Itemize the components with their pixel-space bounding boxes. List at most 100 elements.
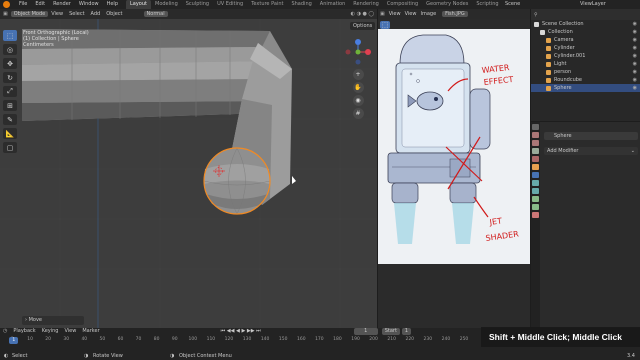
tab-layout[interactable]: Layout xyxy=(126,0,151,9)
vp-menu-object[interactable]: Object xyxy=(103,11,125,17)
rotate-icon[interactable]: ↻ xyxy=(3,72,17,83)
ie-menu-view[interactable]: View xyxy=(387,11,403,17)
outliner-item[interactable]: Cylinder ◉ xyxy=(531,44,640,52)
scene-tab-icon[interactable] xyxy=(532,148,539,154)
start-frame-value[interactable]: 1 xyxy=(401,328,412,335)
mode-dropdown[interactable]: Object Mode xyxy=(10,11,49,17)
menu-edit[interactable]: Edit xyxy=(31,0,49,9)
object-name-field[interactable]: Sphere xyxy=(544,132,638,140)
visibility-eye-icon[interactable]: ◉ xyxy=(633,69,637,75)
cursor-icon[interactable]: ◎ xyxy=(3,44,17,55)
tl-menu-playback[interactable]: Playback xyxy=(10,328,38,335)
modifier-tab-icon[interactable] xyxy=(532,172,539,178)
measure-icon[interactable]: 📐 xyxy=(3,128,17,139)
editor-type-icon[interactable]: ▣ xyxy=(0,11,11,17)
particles-tab-icon[interactable] xyxy=(532,180,539,186)
outliner-item[interactable]: Light ◉ xyxy=(531,60,640,68)
scale-icon[interactable]: ⤢ xyxy=(3,86,17,97)
image-editor[interactable]: ▣ View View Image Fish.JPG ⬚ WATER EFFEC… xyxy=(378,9,530,328)
data-tab-icon[interactable] xyxy=(532,204,539,210)
playback-controls[interactable]: ⏮ ◀◀ ◀ ▶ ▶▶ ⏭ xyxy=(218,328,264,335)
vp-menu-select[interactable]: Select xyxy=(66,11,87,17)
ie-menu-view-2[interactable]: View xyxy=(403,11,419,17)
outliner-item[interactable]: Sphere ◉ xyxy=(531,84,640,92)
outliner-item[interactable]: Cylinder.001 ◉ xyxy=(531,52,640,60)
zoom-icon[interactable]: + xyxy=(352,69,364,80)
timeline-ruler[interactable]: 0102030405060708090100110120130140150160… xyxy=(4,337,474,344)
outliner-header: ⚲ xyxy=(531,9,640,20)
outliner-item[interactable]: Collection ◉ xyxy=(531,28,640,36)
start-frame-label[interactable]: Start xyxy=(381,328,400,335)
scene-selector[interactable]: Scene xyxy=(505,0,520,9)
visibility-eye-icon[interactable]: ◉ xyxy=(633,85,637,91)
vp-menu-view[interactable]: View xyxy=(48,11,66,17)
editor-type-icon[interactable]: ◷ xyxy=(0,328,10,335)
playhead[interactable]: 1 xyxy=(9,337,19,344)
tab-texture-paint[interactable]: Texture Paint xyxy=(247,0,287,9)
outliner-item[interactable]: Scene Collection ◉ xyxy=(531,20,640,28)
material-tab-icon[interactable] xyxy=(532,212,539,218)
menu-help[interactable]: Help xyxy=(103,0,122,9)
output-tab-icon[interactable] xyxy=(532,140,539,146)
select-box-icon[interactable]: ⬚ xyxy=(3,30,17,41)
tool-tab-icon[interactable] xyxy=(532,124,539,130)
visibility-eye-icon[interactable]: ◉ xyxy=(633,21,637,27)
object-tab-icon[interactable] xyxy=(532,164,539,170)
orientation-dropdown[interactable]: Normal xyxy=(143,11,168,17)
view-layer-selector[interactable]: ViewLayer xyxy=(580,0,606,9)
tab-compositing[interactable]: Compositing xyxy=(383,0,422,9)
tl-menu-keying[interactable]: Keying xyxy=(39,328,62,335)
frame-tick: 200 xyxy=(369,337,378,342)
tab-rendering[interactable]: Rendering xyxy=(349,0,383,9)
visibility-eye-icon[interactable]: ◉ xyxy=(633,53,637,59)
image-cursor-icon[interactable]: ⬚ xyxy=(380,21,390,29)
pan-hand-icon[interactable]: ✋ xyxy=(352,82,364,93)
add-modifier-button[interactable]: Add Modifier ⌄ xyxy=(544,147,638,155)
navigation-gizmo[interactable]: + ✋ ◉ # xyxy=(345,39,371,121)
blender-logo-icon[interactable] xyxy=(3,1,10,8)
properties-editor[interactable]: Sphere Add Modifier ⌄ xyxy=(531,122,640,328)
tab-sculpting[interactable]: Sculpting xyxy=(182,0,213,9)
options-button[interactable]: Options xyxy=(350,22,376,30)
menu-window[interactable]: Window xyxy=(75,0,103,9)
ie-menu-image[interactable]: Image xyxy=(418,11,438,17)
3d-viewport[interactable]: ▣ Object Mode View Select Add Object Nor… xyxy=(0,9,377,328)
tab-animation[interactable]: Animation xyxy=(316,0,350,9)
add-cube-icon[interactable]: ▢ xyxy=(3,142,17,153)
filter-icon[interactable]: ⚲ xyxy=(534,12,538,18)
visibility-eye-icon[interactable]: ◉ xyxy=(633,61,637,67)
axis-gizmo-icon[interactable] xyxy=(345,39,371,65)
world-tab-icon[interactable] xyxy=(532,156,539,162)
tab-geometry-nodes[interactable]: Geometry Nodes xyxy=(422,0,472,9)
menu-render[interactable]: Render xyxy=(49,0,75,9)
outliner-item[interactable]: Camera ◉ xyxy=(531,36,640,44)
shading-icons[interactable]: ◐ ◑ ● ◯ xyxy=(348,11,377,17)
visibility-eye-icon[interactable]: ◉ xyxy=(633,37,637,43)
last-operator-panel[interactable]: › Move xyxy=(22,316,84,325)
annotate-icon[interactable]: ✎ xyxy=(3,114,17,125)
render-tab-icon[interactable] xyxy=(532,132,539,138)
visibility-eye-icon[interactable]: ◉ xyxy=(633,45,637,51)
current-frame-field[interactable]: 1 xyxy=(353,328,378,335)
outliner[interactable]: ⚲ Scene Collection ◉ Collection ◉ Camera ◉ Cyl… xyxy=(531,9,640,121)
grid-icon[interactable]: # xyxy=(352,108,364,119)
image-name-field[interactable]: Fish.JPG xyxy=(442,11,468,17)
visibility-eye-icon[interactable]: ◉ xyxy=(633,29,637,35)
editor-type-icon[interactable]: ▣ xyxy=(378,11,387,17)
visibility-eye-icon[interactable]: ◉ xyxy=(633,77,637,83)
tab-scripting[interactable]: Scripting xyxy=(472,0,502,9)
tl-menu-view[interactable]: View xyxy=(61,328,79,335)
tab-shading[interactable]: Shading xyxy=(287,0,315,9)
tab-modeling[interactable]: Modeling xyxy=(151,0,182,9)
camera-icon[interactable]: ◉ xyxy=(352,95,364,106)
tab-uv-editing[interactable]: UV Editing xyxy=(213,0,247,9)
vp-menu-add[interactable]: Add xyxy=(88,11,104,17)
constraints-tab-icon[interactable] xyxy=(532,196,539,202)
outliner-item[interactable]: person ◉ xyxy=(531,68,640,76)
outliner-item[interactable]: Roundcube ◉ xyxy=(531,76,640,84)
move-icon[interactable]: ✥ xyxy=(3,58,17,69)
tl-menu-marker[interactable]: Marker xyxy=(79,328,102,335)
physics-tab-icon[interactable] xyxy=(532,188,539,194)
menu-file[interactable]: File xyxy=(15,0,31,9)
transform-icon[interactable]: ⊞ xyxy=(3,100,17,111)
